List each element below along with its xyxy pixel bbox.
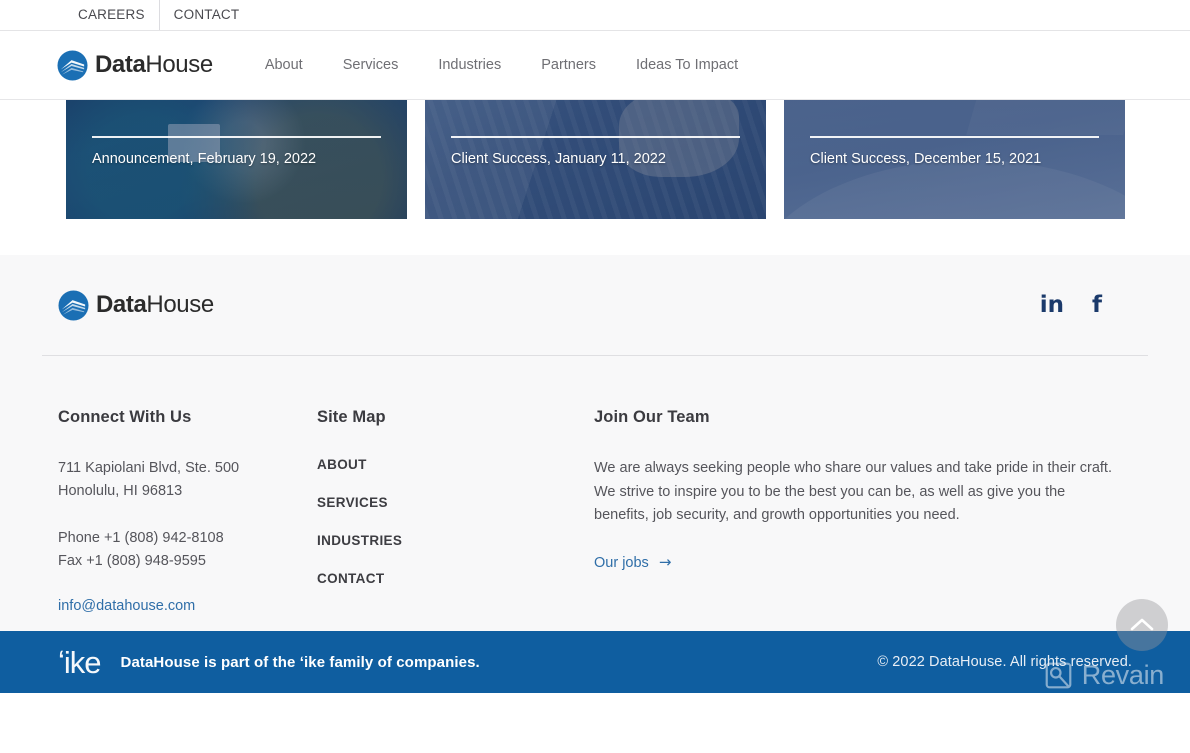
sitemap-link-about[interactable]: ABOUT — [317, 457, 594, 472]
nav-item-ideas-to-impact[interactable]: Ideas To Impact — [616, 57, 758, 73]
phone-number: Phone +1 (808) 942-8108 — [58, 530, 224, 546]
article-card[interactable]: Announcement, February 19, 2022 — [66, 100, 407, 219]
nav-item-partners[interactable]: Partners — [521, 57, 616, 73]
copyright-text: © 2022 DataHouse. All rights reserved. — [877, 654, 1132, 670]
nav-item-about[interactable]: About — [245, 57, 323, 73]
article-card-rule — [92, 136, 381, 138]
email-link[interactable]: info@datahouse.com — [58, 598, 195, 614]
facebook-icon[interactable]: f — [1092, 293, 1102, 317]
footer-column-team: Join Our Team We are always seeking peop… — [594, 408, 1134, 615]
sitemap-link-contact[interactable]: CONTACT — [317, 571, 594, 586]
address-block: 711 Kapiolani Blvd, Ste. 500 Honolulu, H… — [58, 457, 317, 503]
our-jobs-link[interactable]: Our jobs → — [594, 555, 671, 571]
article-card-meta: Client Success, December 15, 2021 — [810, 151, 1042, 167]
address-line-1: 711 Kapiolani Blvd, Ste. 500 — [58, 460, 240, 476]
utility-link-contact[interactable]: CONTACT — [160, 0, 254, 30]
article-card-rule — [810, 136, 1099, 138]
footer-top-row: DataHouse in f — [42, 255, 1148, 355]
fax-number: Fax +1 (808) 948-9595 — [58, 553, 206, 569]
team-title: Join Our Team — [594, 408, 710, 426]
brand-normal: House — [145, 51, 213, 78]
header-logo-link[interactable]: DataHouse — [57, 49, 213, 81]
nav-links: About Services Industries Partners Ideas… — [245, 57, 758, 73]
arrow-right-icon: → — [658, 553, 672, 571]
datahouse-logo-icon — [57, 49, 88, 81]
brand-bold: Data — [96, 291, 147, 318]
article-card[interactable]: Client Success, December 15, 2021 — [784, 100, 1125, 219]
utility-bar: CAREERS CONTACT — [0, 0, 1190, 31]
article-cards-region: Announcement, February 19, 2022 Client S… — [0, 100, 1190, 255]
header-brand-text: DataHouse — [95, 51, 213, 79]
datahouse-logo-icon — [58, 289, 89, 321]
our-jobs-label: Our jobs — [594, 554, 649, 571]
scroll-to-top-button[interactable] — [1116, 599, 1168, 651]
utility-link-careers[interactable]: CAREERS — [64, 0, 159, 30]
footer-column-connect: Connect With Us 711 Kapiolani Blvd, Ste.… — [42, 408, 317, 615]
nav-item-industries[interactable]: Industries — [418, 57, 521, 73]
bottom-bar: ʻike DataHouse is part of the ʻike famil… — [0, 631, 1190, 693]
social-links: in f — [1040, 293, 1132, 317]
sitemap-title: Site Map — [317, 408, 386, 426]
article-cards-row: Announcement, February 19, 2022 Client S… — [66, 100, 1126, 219]
main-navigation: DataHouse About Services Industries Part… — [0, 31, 1190, 100]
footer-column-sitemap: Site Map ABOUT SERVICES INDUSTRIES CONTA… — [317, 408, 594, 615]
phone-block: Phone +1 (808) 942-8108 Fax +1 (808) 948… — [58, 527, 317, 573]
article-card-meta: Client Success, January 11, 2022 — [451, 151, 666, 167]
article-card-rule — [451, 136, 740, 138]
team-description: We are always seeking people who share o… — [594, 460, 1112, 523]
brand-bold: Data — [95, 51, 146, 78]
sitemap-link-services[interactable]: SERVICES — [317, 495, 594, 510]
connect-title: Connect With Us — [58, 408, 192, 426]
nav-item-services[interactable]: Services — [323, 57, 419, 73]
footer-columns: Connect With Us 711 Kapiolani Blvd, Ste.… — [42, 356, 1148, 615]
site-footer: DataHouse in f Connect With Us 711 Kapio… — [0, 255, 1190, 693]
bottom-bar-tagline: DataHouse is part of the ʻike family of … — [120, 653, 480, 671]
article-card-meta: Announcement, February 19, 2022 — [92, 151, 317, 167]
ike-logo: ʻike — [58, 644, 102, 680]
address-line-2: Honolulu, HI 96813 — [58, 483, 183, 499]
bottom-bar-left: ʻike DataHouse is part of the ʻike famil… — [58, 647, 480, 678]
article-card[interactable]: Client Success, January 11, 2022 — [425, 100, 766, 219]
linkedin-icon[interactable]: in — [1040, 293, 1064, 317]
brand-normal: House — [146, 291, 214, 318]
chevron-up-icon — [1130, 618, 1154, 631]
sitemap-link-industries[interactable]: INDUSTRIES — [317, 533, 594, 548]
footer-logo-link[interactable]: DataHouse — [58, 289, 214, 321]
footer-brand-text: DataHouse — [96, 291, 214, 319]
